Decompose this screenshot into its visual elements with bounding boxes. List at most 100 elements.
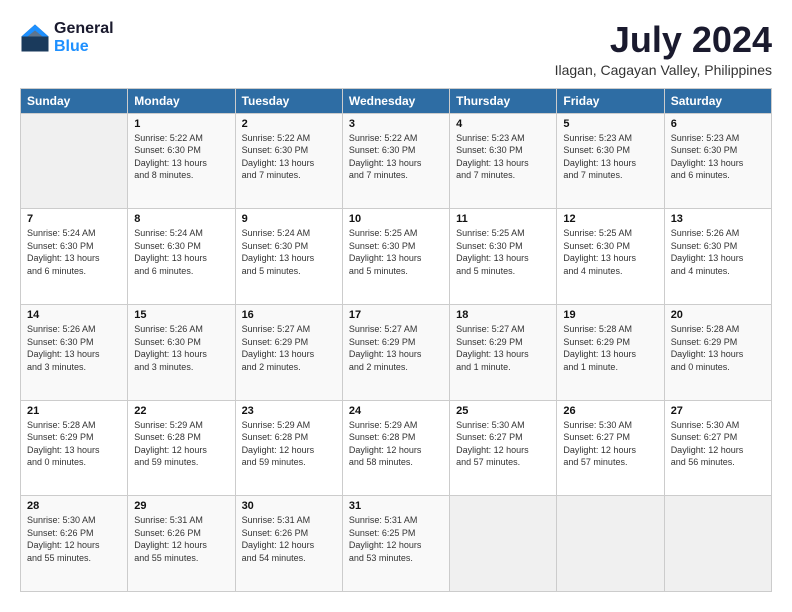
day-number: 17: [349, 309, 443, 321]
calendar-cell: 27Sunrise: 5:30 AM Sunset: 6:27 PM Dayli…: [664, 400, 771, 496]
header-cell-sunday: Sunday: [21, 88, 128, 113]
day-number: 12: [563, 213, 657, 225]
calendar-cell: [450, 496, 557, 592]
day-info: Sunrise: 5:30 AM Sunset: 6:27 PM Dayligh…: [456, 419, 550, 469]
calendar-cell: 17 Sunrise: 5:27 AM Sunset: 6:29 PM Dayli…: [342, 304, 449, 400]
day-info: Sunrise: 5:23 AM Sunset: 6:30 PM Dayligh…: [563, 132, 657, 182]
day-number: 25: [456, 405, 550, 417]
calendar-table: SundayMondayTuesdayWednesdayThursdayFrid…: [20, 88, 772, 592]
week-row-4: 21 Sunrise: 5:28 AM Sunset: 6:29 PM Dayli…: [21, 400, 772, 496]
calendar-cell: 30 Sunrise: 5:31 AM Sunset: 6:26 PM Dayli…: [235, 496, 342, 592]
day-info: Sunrise: 5:27 AM Sunset: 6:29 PM Dayligh…: [349, 323, 443, 373]
logo-icon: [20, 23, 50, 53]
calendar-cell: 1Sunrise: 5:22 AM Sunset: 6:30 PM Daylig…: [128, 113, 235, 209]
calendar-cell: 28Sunrise: 5:30 AM Sunset: 6:26 PM Dayli…: [21, 496, 128, 592]
day-number: 14: [27, 309, 121, 321]
week-row-1: 1 Sunrise: 5:22 AM Sunset: 6:30 PM Daylig…: [21, 113, 772, 209]
day-number: 3: [349, 118, 443, 130]
day-number: 10: [349, 213, 443, 225]
logo-text: General Blue: [54, 20, 114, 55]
calendar-cell: 14 Sunrise: 5:26 AM Sunset: 6:30 PM Dayli…: [21, 304, 128, 400]
day-number: 2: [242, 118, 336, 130]
header-row: SundayMondayTuesdayWednesdayThursdayFrid…: [21, 88, 772, 113]
calendar-cell: [664, 496, 771, 592]
calendar-cell: 7 Sunrise: 5:24 AM Sunset: 6:30 PM Daylig…: [21, 209, 128, 305]
day-info: Sunrise: 5:22 AM Sunset: 6:30 PM Dayligh…: [242, 132, 336, 182]
calendar-cell: 5Sunrise: 5:23 AM Sunset: 6:30 PM Daylig…: [557, 113, 664, 209]
day-number: 29: [134, 500, 228, 512]
day-number: 24: [349, 405, 443, 417]
header: General Blue July 2024 Ilagan, Cagayan V…: [20, 20, 772, 78]
calendar-cell: [557, 496, 664, 592]
calendar-cell: 10 Sunrise: 5:25 AM Sunset: 6:30 PM Dayli…: [342, 209, 449, 305]
day-info: Sunrise: 5:22 AM Sunset: 6:30 PM Dayligh…: [349, 132, 443, 182]
header-cell-thursday: Thursday: [450, 88, 557, 113]
calendar-cell: 19Sunrise: 5:28 AM Sunset: 6:29 PM Dayli…: [557, 304, 664, 400]
calendar-cell: 31Sunrise: 5:31 AM Sunset: 6:25 PM Dayli…: [342, 496, 449, 592]
day-number: 4: [456, 118, 550, 130]
day-number: 21: [27, 405, 121, 417]
logo-line2: Blue: [54, 38, 114, 56]
calendar-cell: 12 Sunrise: 5:25 AM Sunset: 6:30 PM Dayli…: [557, 209, 664, 305]
calendar-cell: 25 Sunrise: 5:30 AM Sunset: 6:27 PM Dayli…: [450, 400, 557, 496]
day-info: Sunrise: 5:26 AM Sunset: 6:30 PM Dayligh…: [27, 323, 121, 373]
logo: General Blue: [20, 20, 114, 55]
day-info: Sunrise: 5:28 AM Sunset: 6:29 PM Dayligh…: [27, 419, 121, 469]
day-info: Sunrise: 5:30 AM Sunset: 6:26 PM Dayligh…: [27, 514, 121, 564]
day-info: Sunrise: 5:27 AM Sunset: 6:29 PM Dayligh…: [456, 323, 550, 373]
calendar-cell: 6 Sunrise: 5:23 AM Sunset: 6:30 PM Daylig…: [664, 113, 771, 209]
calendar-header: SundayMondayTuesdayWednesdayThursdayFrid…: [21, 88, 772, 113]
week-row-5: 28Sunrise: 5:30 AM Sunset: 6:26 PM Dayli…: [21, 496, 772, 592]
calendar-cell: 22Sunrise: 5:29 AM Sunset: 6:28 PM Dayli…: [128, 400, 235, 496]
calendar-cell: 11 Sunrise: 5:25 AM Sunset: 6:30 PM Dayli…: [450, 209, 557, 305]
header-cell-tuesday: Tuesday: [235, 88, 342, 113]
day-number: 9: [242, 213, 336, 225]
calendar-cell: 3 Sunrise: 5:22 AM Sunset: 6:30 PM Daylig…: [342, 113, 449, 209]
day-number: 22: [134, 405, 228, 417]
week-row-3: 14 Sunrise: 5:26 AM Sunset: 6:30 PM Dayli…: [21, 304, 772, 400]
day-number: 1: [134, 118, 228, 130]
logo-line1: General: [54, 20, 114, 38]
calendar-cell: 8 Sunrise: 5:24 AM Sunset: 6:30 PM Daylig…: [128, 209, 235, 305]
day-info: Sunrise: 5:28 AM Sunset: 6:29 PM Dayligh…: [563, 323, 657, 373]
day-info: Sunrise: 5:31 AM Sunset: 6:26 PM Dayligh…: [242, 514, 336, 564]
day-info: Sunrise: 5:24 AM Sunset: 6:30 PM Dayligh…: [134, 227, 228, 277]
day-number: 13: [671, 213, 765, 225]
calendar-cell: 2 Sunrise: 5:22 AM Sunset: 6:30 PM Daylig…: [235, 113, 342, 209]
subtitle: Ilagan, Cagayan Valley, Philippines: [555, 62, 772, 78]
day-info: Sunrise: 5:28 AM Sunset: 6:29 PM Dayligh…: [671, 323, 765, 373]
day-info: Sunrise: 5:25 AM Sunset: 6:30 PM Dayligh…: [563, 227, 657, 277]
day-number: 11: [456, 213, 550, 225]
week-row-2: 7 Sunrise: 5:24 AM Sunset: 6:30 PM Daylig…: [21, 209, 772, 305]
day-info: Sunrise: 5:29 AM Sunset: 6:28 PM Dayligh…: [349, 419, 443, 469]
day-number: 26: [563, 405, 657, 417]
day-number: 23: [242, 405, 336, 417]
header-cell-saturday: Saturday: [664, 88, 771, 113]
calendar-cell: 24 Sunrise: 5:29 AM Sunset: 6:28 PM Dayli…: [342, 400, 449, 496]
day-info: Sunrise: 5:23 AM Sunset: 6:30 PM Dayligh…: [456, 132, 550, 182]
day-info: Sunrise: 5:26 AM Sunset: 6:30 PM Dayligh…: [134, 323, 228, 373]
day-info: Sunrise: 5:24 AM Sunset: 6:30 PM Dayligh…: [27, 227, 121, 277]
day-number: 15: [134, 309, 228, 321]
header-cell-friday: Friday: [557, 88, 664, 113]
calendar-cell: 20Sunrise: 5:28 AM Sunset: 6:29 PM Dayli…: [664, 304, 771, 400]
day-number: 30: [242, 500, 336, 512]
day-info: Sunrise: 5:25 AM Sunset: 6:30 PM Dayligh…: [456, 227, 550, 277]
day-info: Sunrise: 5:31 AM Sunset: 6:25 PM Dayligh…: [349, 514, 443, 564]
day-info: Sunrise: 5:27 AM Sunset: 6:29 PM Dayligh…: [242, 323, 336, 373]
day-number: 7: [27, 213, 121, 225]
day-number: 6: [671, 118, 765, 130]
day-number: 8: [134, 213, 228, 225]
day-info: Sunrise: 5:23 AM Sunset: 6:30 PM Dayligh…: [671, 132, 765, 182]
calendar-cell: 16Sunrise: 5:27 AM Sunset: 6:29 PM Dayli…: [235, 304, 342, 400]
calendar-body: 1 Sunrise: 5:22 AM Sunset: 6:30 PM Daylig…: [21, 113, 772, 591]
calendar-cell: 15 Sunrise: 5:26 AM Sunset: 6:30 PM Dayli…: [128, 304, 235, 400]
header-cell-wednesday: Wednesday: [342, 88, 449, 113]
day-number: 18: [456, 309, 550, 321]
calendar-cell: 21 Sunrise: 5:28 AM Sunset: 6:29 PM Dayli…: [21, 400, 128, 496]
page: General Blue July 2024 Ilagan, Cagayan V…: [0, 0, 792, 612]
header-cell-monday: Monday: [128, 88, 235, 113]
day-info: Sunrise: 5:30 AM Sunset: 6:27 PM Dayligh…: [671, 419, 765, 469]
calendar-cell: 26Sunrise: 5:30 AM Sunset: 6:27 PM Dayli…: [557, 400, 664, 496]
day-info: Sunrise: 5:25 AM Sunset: 6:30 PM Dayligh…: [349, 227, 443, 277]
